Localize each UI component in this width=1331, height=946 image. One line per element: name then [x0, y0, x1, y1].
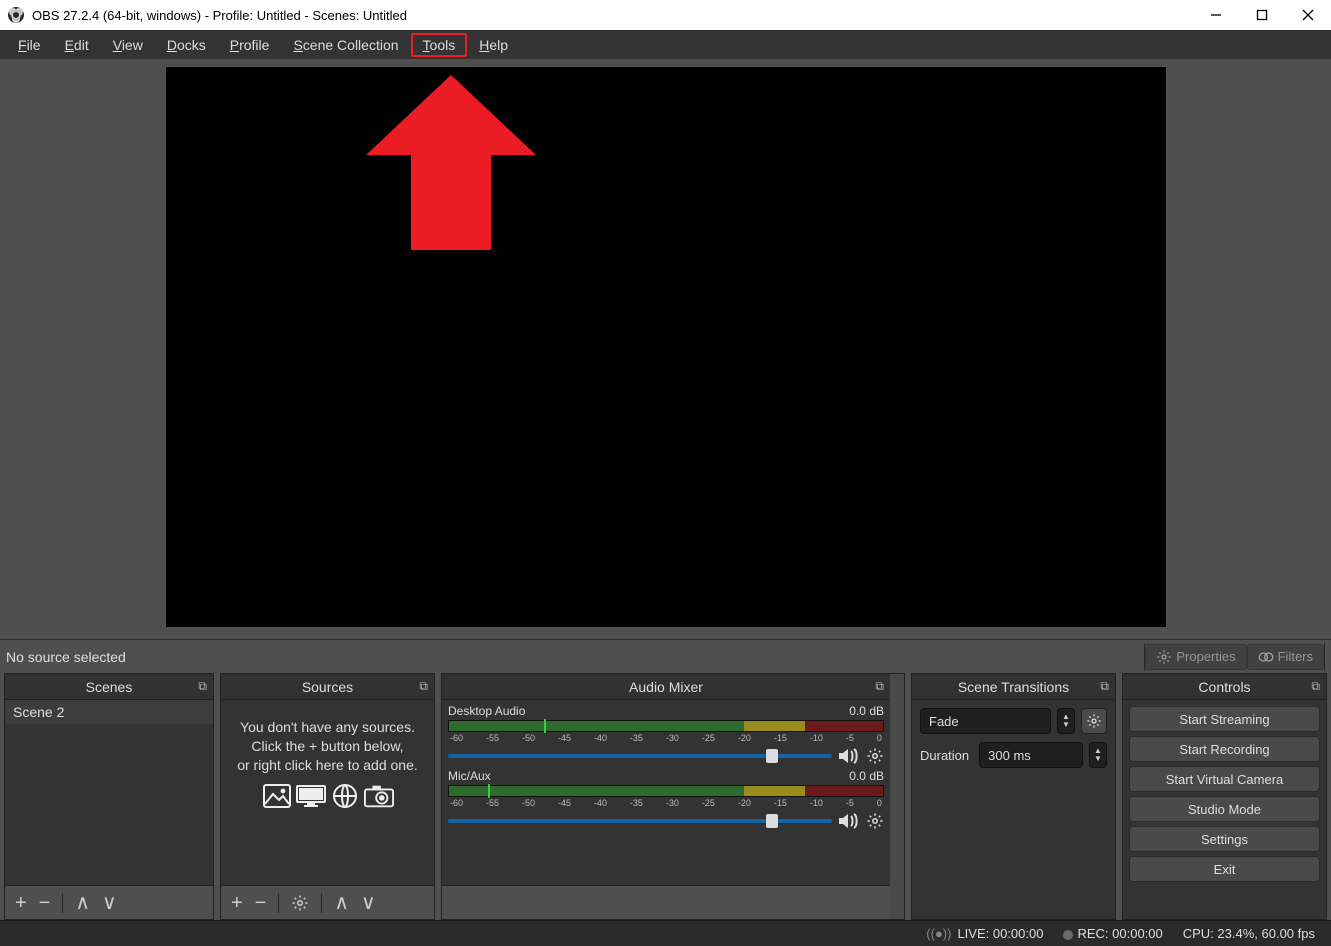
properties-button[interactable]: Properties: [1145, 644, 1246, 670]
status-cpu: CPU: 23.4%, 60.00 fps: [1183, 926, 1315, 941]
image-source-icon: [262, 783, 292, 809]
control-button[interactable]: Start Virtual Camera: [1129, 766, 1320, 792]
dock-popout-icon[interactable]: ⧉: [875, 679, 884, 694]
level-meter: [448, 720, 884, 732]
menu-help[interactable]: Help: [467, 33, 520, 57]
transition-stepper[interactable]: ▲▼: [1057, 708, 1075, 734]
camera-source-icon: [364, 783, 394, 809]
status-bar: ((●)) LIVE: 00:00:00 REC: 00:00:00 CPU: …: [0, 920, 1331, 946]
scenes-footer: + − ∧ ∨: [5, 885, 213, 919]
source-up-button[interactable]: ∧: [334, 893, 349, 913]
scenes-header: Scenes ⧉: [5, 674, 213, 700]
menu-docks[interactable]: Docks: [155, 33, 218, 57]
volume-slider[interactable]: [448, 819, 832, 823]
menu-profile[interactable]: Profile: [218, 33, 282, 57]
menu-scene-collection[interactable]: Scene Collection: [281, 33, 410, 57]
record-dot-icon: [1063, 930, 1073, 940]
channel-db: 0.0 dB: [849, 769, 884, 783]
transitions-header: Scene Transitions ⧉: [912, 674, 1115, 700]
sources-footer: + − ∧ ∨: [221, 885, 434, 919]
control-button[interactable]: Exit: [1129, 856, 1320, 882]
mixer-footer: [442, 885, 890, 919]
controls-header: Controls ⧉: [1123, 674, 1326, 700]
preview-canvas[interactable]: [166, 67, 1166, 627]
menu-bar: File Edit View Docks Profile Scene Colle…: [0, 31, 1331, 59]
display-source-icon: [296, 783, 326, 809]
remove-scene-button[interactable]: −: [39, 893, 51, 913]
mixer-scrollbar[interactable]: [890, 674, 904, 919]
filters-button[interactable]: Filters: [1247, 644, 1324, 670]
sources-dock: Sources ⧉ You don't have any sources. Cl…: [220, 673, 435, 920]
duration-label: Duration: [920, 748, 969, 763]
control-button[interactable]: Start Recording: [1129, 736, 1320, 762]
menu-edit[interactable]: Edit: [53, 33, 101, 57]
scenes-dock: Scenes ⧉ Scene 2 + − ∧ ∨: [4, 673, 214, 920]
minimize-button[interactable]: [1193, 0, 1239, 30]
scene-item[interactable]: Scene 2: [5, 700, 213, 724]
remove-source-button[interactable]: −: [255, 893, 267, 913]
mixer-channel: Desktop Audio0.0 dB -60-55-50-45-40-35-3…: [442, 700, 890, 765]
maximize-button[interactable]: [1239, 0, 1285, 30]
dock-popout-icon[interactable]: ⧉: [419, 679, 428, 694]
duration-input[interactable]: 300 ms: [979, 742, 1083, 768]
mixer-header: Audio Mixer ⧉: [442, 674, 890, 700]
app-frame: File Edit View Docks Profile Scene Colle…: [0, 30, 1331, 946]
window-titlebar: OBS 27.2.4 (64-bit, windows) - Profile: …: [0, 0, 1331, 30]
channel-name: Desktop Audio: [448, 704, 525, 718]
mixer-channel: Mic/Aux0.0 dB -60-55-50-45-40-35-30-25-2…: [442, 765, 890, 830]
dock-popout-icon[interactable]: ⧉: [1311, 679, 1320, 694]
control-button[interactable]: Start Streaming: [1129, 706, 1320, 732]
menu-view[interactable]: View: [101, 33, 155, 57]
speaker-icon[interactable]: [838, 812, 860, 830]
channel-settings-button[interactable]: [866, 812, 884, 830]
add-source-button[interactable]: +: [231, 893, 243, 913]
control-button[interactable]: Settings: [1129, 826, 1320, 852]
transition-select[interactable]: Fade: [920, 708, 1051, 734]
properties-label: Properties: [1176, 649, 1235, 664]
source-properties-button[interactable]: [291, 894, 309, 912]
audio-mixer-dock: Audio Mixer ⧉ Desktop Audio0.0 dB -60-55…: [441, 673, 905, 920]
obs-app-icon: [8, 7, 24, 23]
controls-dock: Controls ⧉ Start Streaming Start Recordin…: [1122, 673, 1327, 920]
level-meter: [448, 785, 884, 797]
volume-slider[interactable]: [448, 754, 832, 758]
transition-settings-button[interactable]: [1081, 708, 1107, 734]
speaker-icon[interactable]: [838, 747, 860, 765]
channel-db: 0.0 dB: [849, 704, 884, 718]
status-rec: REC: 00:00:00: [1077, 926, 1162, 941]
dock-popout-icon[interactable]: ⧉: [1100, 679, 1109, 694]
control-button[interactable]: Studio Mode: [1129, 796, 1320, 822]
channel-name: Mic/Aux: [448, 769, 491, 783]
transitions-dock: Scene Transitions ⧉ Fade ▲▼ Duration 300…: [911, 673, 1116, 920]
scene-down-button[interactable]: ∨: [102, 893, 117, 913]
menu-file[interactable]: File: [6, 33, 53, 57]
broadcast-icon: ((●)): [926, 926, 951, 941]
browser-source-icon: [330, 783, 360, 809]
sources-empty-hint: You don't have any sources. Click the + …: [221, 700, 434, 815]
docks-row: Scenes ⧉ Scene 2 + − ∧ ∨ Sources ⧉ Y: [0, 673, 1331, 920]
filters-label: Filters: [1278, 649, 1313, 664]
window-title: OBS 27.2.4 (64-bit, windows) - Profile: …: [32, 8, 407, 23]
status-live: LIVE: 00:00:00: [957, 926, 1043, 941]
annotation-arrow-icon: [366, 75, 536, 255]
no-source-label: No source selected: [6, 649, 126, 665]
channel-settings-button[interactable]: [866, 747, 884, 765]
preview-area: [0, 59, 1331, 639]
source-down-button[interactable]: ∨: [361, 893, 376, 913]
source-toolbar: No source selected Properties Filters: [0, 639, 1331, 673]
close-button[interactable]: [1285, 0, 1331, 30]
sources-header: Sources ⧉: [221, 674, 434, 700]
scene-up-button[interactable]: ∧: [75, 893, 90, 913]
dock-popout-icon[interactable]: ⧉: [198, 679, 207, 694]
menu-tools[interactable]: Tools: [411, 33, 468, 57]
duration-stepper[interactable]: ▲▼: [1089, 742, 1107, 768]
add-scene-button[interactable]: +: [15, 893, 27, 913]
